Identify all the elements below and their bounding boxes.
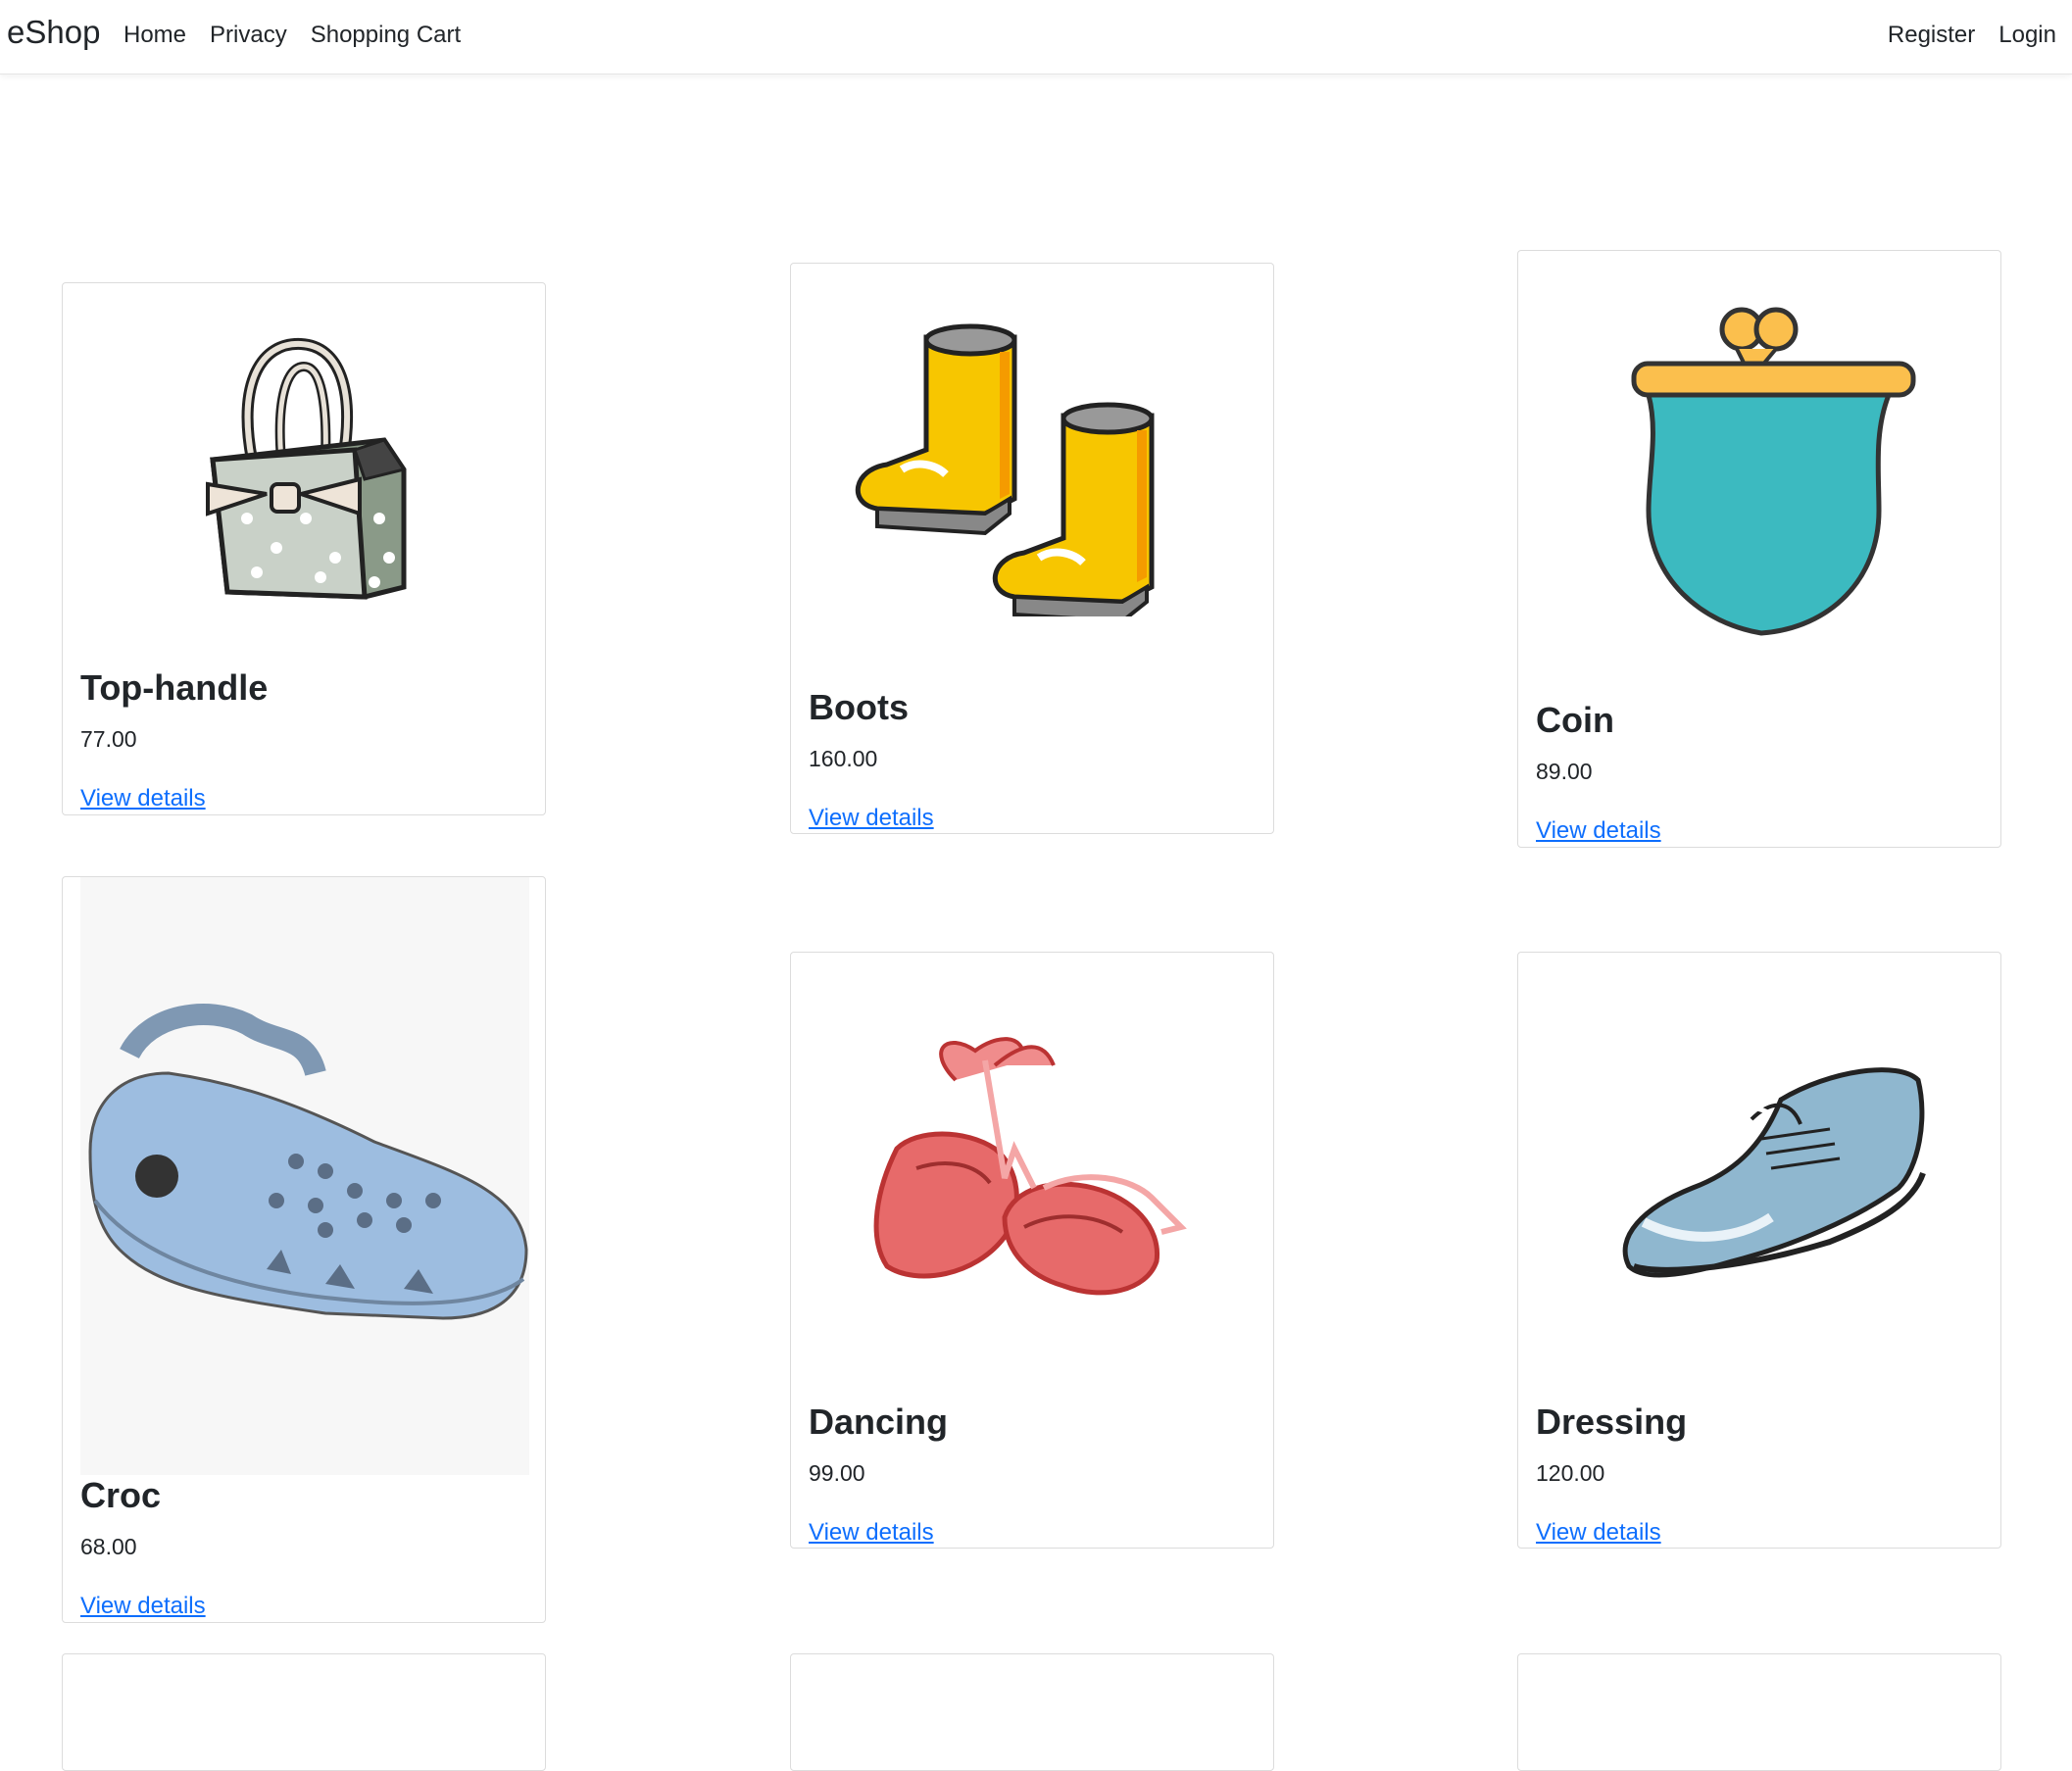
nav-shopping-cart-link[interactable]: Shopping Cart xyxy=(299,22,472,49)
top-handle-bag-icon xyxy=(80,322,529,607)
product-price: 89.00 xyxy=(1536,759,1593,784)
top-navbar: eShop Home Privacy Shopping Cart Registe… xyxy=(0,0,2072,74)
product-card: Dancing 99.00 View details xyxy=(790,952,1274,1549)
view-details-link[interactable]: View details xyxy=(809,805,934,832)
product-price: 99.00 xyxy=(809,1460,865,1486)
product-card: Dressing 120.00 View details xyxy=(1517,952,2001,1549)
product-card: Top-handle 77.00 View details xyxy=(62,282,546,815)
product-title: Dancing xyxy=(809,1402,949,1442)
view-details-link[interactable]: View details xyxy=(1536,1519,1661,1547)
rain-boots-icon xyxy=(809,303,1258,616)
product-title: Croc xyxy=(80,1475,162,1515)
product-price: 68.00 xyxy=(80,1534,137,1559)
croc-shoe-icon xyxy=(80,877,529,1475)
product-title: Top-handle xyxy=(80,667,269,708)
product-card: Croc 68.00 View details xyxy=(62,876,546,1623)
nav-login-link[interactable]: Login xyxy=(1987,22,2056,49)
product-title: Dressing xyxy=(1536,1402,1688,1442)
product-card: Coin 89.00 View details xyxy=(1517,250,2001,848)
product-title: Boots xyxy=(809,687,909,727)
product-card xyxy=(62,1653,546,1771)
ballet-shoes-icon xyxy=(809,1021,1258,1315)
product-card xyxy=(1517,1653,2001,1771)
brand-link[interactable]: eShop xyxy=(7,14,100,51)
nav-home-link[interactable]: Home xyxy=(123,22,198,49)
account-nav: Register Login xyxy=(1876,22,2056,49)
product-card xyxy=(790,1653,1274,1771)
view-details-link[interactable]: View details xyxy=(809,1519,934,1547)
product-price: 77.00 xyxy=(80,726,137,752)
product-title: Coin xyxy=(1536,700,1614,740)
nav-privacy-link[interactable]: Privacy xyxy=(198,22,299,49)
product-card: Boots 160.00 View details xyxy=(790,263,1274,834)
main-nav: Home Privacy Shopping Cart xyxy=(123,22,472,49)
dress-shoe-icon xyxy=(1536,1041,1985,1315)
view-details-link[interactable]: View details xyxy=(80,785,206,812)
nav-register-link[interactable]: Register xyxy=(1876,22,1987,49)
view-details-link[interactable]: View details xyxy=(1536,817,1661,845)
view-details-link[interactable]: View details xyxy=(80,1593,206,1620)
coin-purse-icon xyxy=(1536,305,1985,648)
product-price: 160.00 xyxy=(809,746,878,771)
product-price: 120.00 xyxy=(1536,1460,1605,1486)
